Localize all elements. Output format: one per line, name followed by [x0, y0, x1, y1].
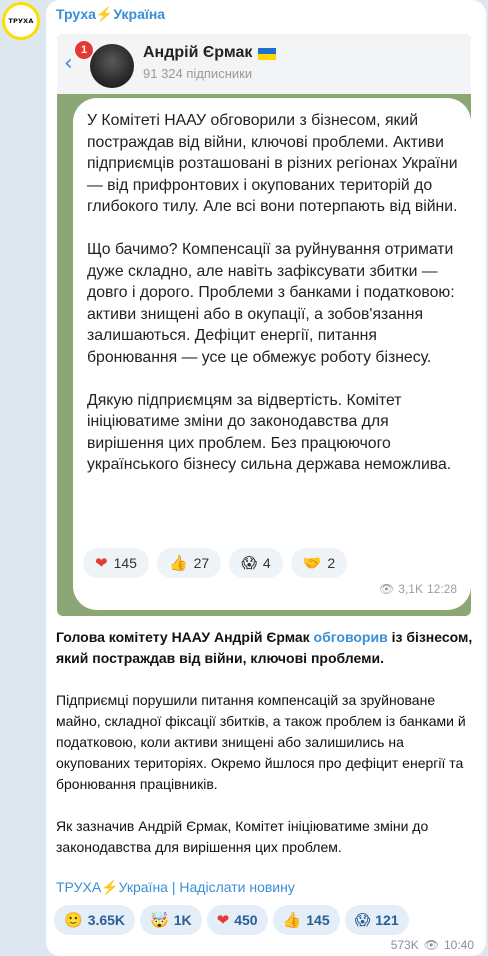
channel-signature: ТРУХА⚡Україна | Надіслати новину [56, 879, 295, 896]
reaction-scream-button[interactable]: 😱 121 [344, 905, 409, 935]
message-reactions: 🙂 3.65K 🤯 1K ❤ 450 👍 145 😱 121 [54, 905, 409, 935]
reaction-count: 145 [306, 912, 330, 928]
embedded-paragraph: У Комітеті НААУ обговорили з бізнесом, я… [87, 112, 458, 215]
reaction-count: 4 [262, 555, 271, 571]
author-name-text: Андрій Єрмак [143, 44, 253, 61]
channel-name-suffix: Україна [113, 6, 166, 22]
signature-separator: | [167, 879, 180, 895]
embedded-reactions: ❤ 145 👍 27 😱 4 🤝 2 [83, 548, 348, 578]
reaction-count: 450 [234, 912, 258, 928]
source-link[interactable]: обговорив [314, 629, 388, 645]
heart-icon: ❤ [216, 911, 230, 929]
scream-face-icon: 😱 [354, 911, 371, 929]
caption-lead: Голова комітету НААУ Андрій Єрмак обгово… [56, 627, 481, 669]
embedded-paragraph: Що бачимо? Компенсації за руйнування отр… [87, 241, 455, 366]
channel-avatar-text: ТРУХА [5, 5, 37, 37]
embedded-post-card: У Комітеті НААУ обговорили з бізнесом, я… [73, 98, 471, 610]
message-time: 10:40 [443, 938, 474, 952]
submit-news-link[interactable]: Надіслати новину [179, 879, 294, 895]
message-caption: Голова комітету НААУ Андрій Єрмак обгово… [56, 627, 481, 879]
caption-paragraph: Як зазначив Андрій Єрмак, Комітет ініцію… [56, 818, 429, 855]
embedded-reaction-scream: 😱 4 [229, 548, 283, 578]
reaction-count: 27 [193, 555, 210, 571]
ukraine-flag-icon [258, 48, 277, 60]
embedded-post-text: У Комітеті НААУ обговорили з бізнесом, я… [87, 110, 467, 497]
author-avatar [90, 44, 134, 88]
lightning-icon: ⚡ [101, 879, 119, 895]
reaction-smile-button[interactable]: 🙂 3.65K [54, 905, 136, 935]
reaction-thumbs-up-button[interactable]: 👍 145 [272, 905, 340, 935]
caption-paragraph: Підприємці порушили питання компенсацій … [56, 692, 466, 792]
scream-face-icon: 😱 [241, 554, 257, 572]
embedded-time: 12:28 [426, 582, 457, 596]
embedded-post-meta: 👁 3,1K 12:28 [379, 582, 457, 596]
message-bubble: Труха⚡Україна ‹ 1 Андрій Єрмак 91 324 пі… [46, 0, 486, 956]
embedded-screenshot[interactable]: ‹ 1 Андрій Єрмак 91 324 підписники У Ком… [57, 34, 471, 616]
heart-icon: ❤ [95, 554, 108, 572]
reaction-count: 121 [375, 912, 399, 928]
signature-channel: ТРУХА [56, 879, 102, 895]
reaction-count: 2 [327, 555, 336, 571]
eye-icon: 👁 [379, 582, 395, 596]
mind-blown-icon: 🤯 [150, 911, 169, 929]
reaction-count: 3.65K [87, 912, 126, 928]
channel-name[interactable]: Труха⚡Україна [56, 6, 165, 23]
embedded-reaction-thumbs-up: 👍 27 [156, 548, 222, 578]
author-name: Андрій Єрмак [143, 44, 277, 62]
notification-badge: 1 [74, 40, 94, 60]
signature-channel-link[interactable]: ТРУХА⚡Україна [56, 879, 168, 895]
view-count: 573K [390, 938, 419, 952]
reaction-count: 1K [173, 912, 192, 928]
caption-lead-part: Голова комітету НААУ Андрій Єрмак [56, 629, 314, 645]
channel-avatar[interactable]: ТРУХА [2, 2, 40, 40]
embedded-paragraph: Дякую підприємцям за відвертість. Коміте… [87, 391, 452, 474]
reaction-heart-button[interactable]: ❤ 450 [206, 905, 268, 935]
eye-icon: 👁 [423, 938, 439, 952]
subscriber-count: 91 324 підписники [143, 66, 253, 81]
embedded-header: ‹ 1 Андрій Єрмак 91 324 підписники [57, 34, 471, 94]
embedded-reaction-handshake: 🤝 2 [290, 548, 348, 578]
signature-country: Україна [118, 879, 168, 895]
reaction-mind-blown-button[interactable]: 🤯 1K [140, 905, 202, 935]
embedded-views: 3,1K [398, 582, 423, 596]
smile-face-icon: 🙂 [64, 911, 83, 929]
lightning-icon: ⚡ [95, 6, 114, 22]
channel-name-prefix: Труха [56, 6, 96, 22]
thumbs-up-icon: 👍 [282, 911, 302, 929]
message-meta: 573K 👁 10:40 [391, 938, 474, 952]
thumbs-up-icon: 👍 [168, 554, 188, 572]
embedded-reaction-heart: ❤ 145 [83, 548, 149, 578]
handshake-icon: 🤝 [302, 554, 322, 572]
reaction-count: 145 [113, 555, 137, 571]
